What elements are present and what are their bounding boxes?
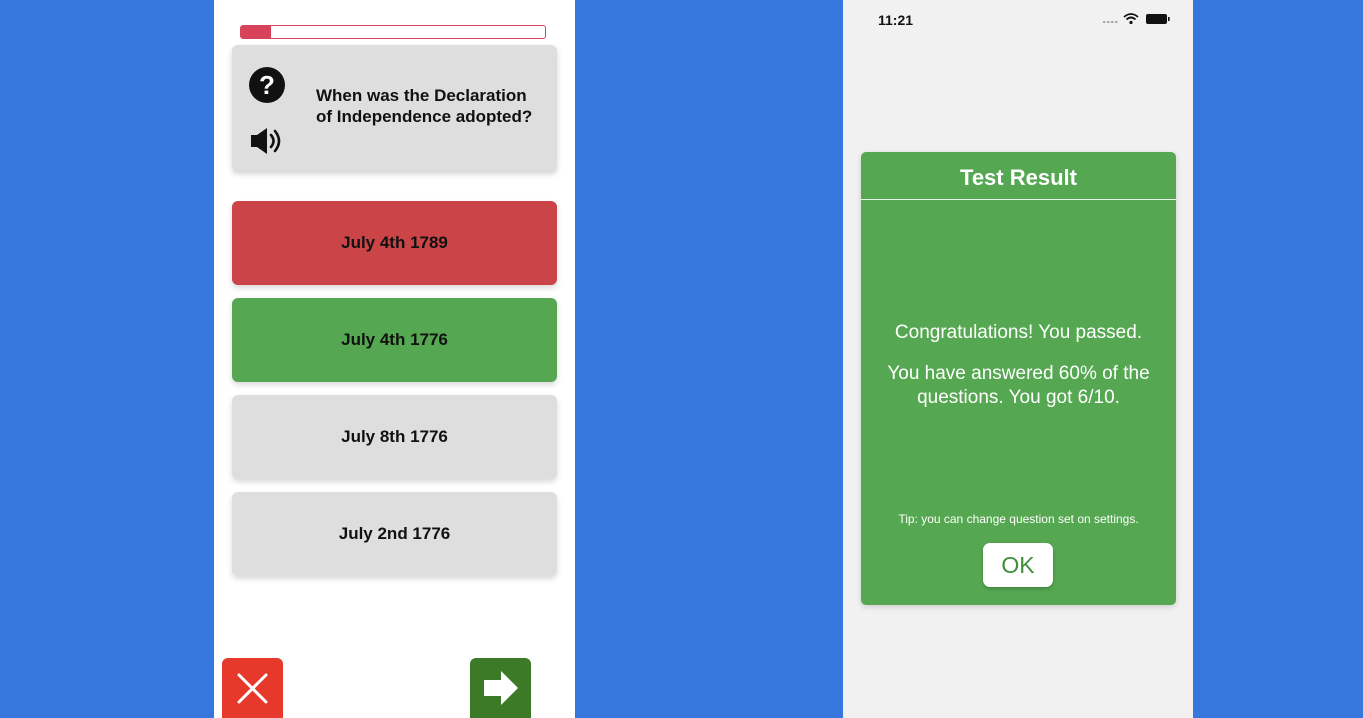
question-text: When was the Declaration of Independence…: [316, 86, 533, 126]
result-tip: Tip: you can change question set on sett…: [898, 512, 1139, 526]
answer-label: July 8th 1776: [341, 427, 448, 446]
status-bar-time: 11:21: [878, 12, 914, 28]
close-icon: [237, 673, 268, 704]
answer-label: July 2nd 1776: [338, 524, 451, 543]
question-circle-icon[interactable]: ?: [249, 67, 285, 103]
speaker-icon[interactable]: [248, 125, 288, 157]
signal-icon: [1103, 21, 1118, 23]
answer-label: July 4th 1776: [341, 330, 448, 349]
battery-icon: [1146, 14, 1170, 24]
close-button[interactable]: [222, 658, 283, 718]
quiz-screen: ? When was the Declaration of Independen…: [214, 0, 575, 718]
ok-button[interactable]: OK: [983, 543, 1053, 587]
result-congrats: Congratulations! You passed.: [894, 322, 1143, 343]
next-button[interactable]: [470, 658, 531, 718]
wifi-icon: [1123, 13, 1139, 25]
result-screen: 11:21 Test Result Congratulations! You p…: [843, 0, 1193, 718]
answer-option-1[interactable]: July 4th 1789: [232, 201, 557, 285]
answer-option-3[interactable]: July 8th 1776: [232, 395, 557, 479]
result-score-text: You have answered 60% of the questions. …: [887, 363, 1150, 408]
quiz-progress-fill: [241, 26, 272, 38]
quiz-progress-bar: [240, 25, 546, 39]
answer-option-4[interactable]: July 2nd 1776: [232, 492, 557, 576]
answer-label: July 4th 1789: [341, 233, 448, 252]
result-title: Test Result: [861, 152, 1176, 200]
status-bar-icons: [1103, 13, 1170, 25]
arrow-right-icon: [484, 671, 518, 705]
question-card: ? When was the Declaration of Independen…: [232, 45, 557, 171]
answer-option-2[interactable]: July 4th 1776: [232, 298, 557, 382]
test-result-dialog: Test Result Congratulations! You passed.…: [861, 152, 1176, 605]
